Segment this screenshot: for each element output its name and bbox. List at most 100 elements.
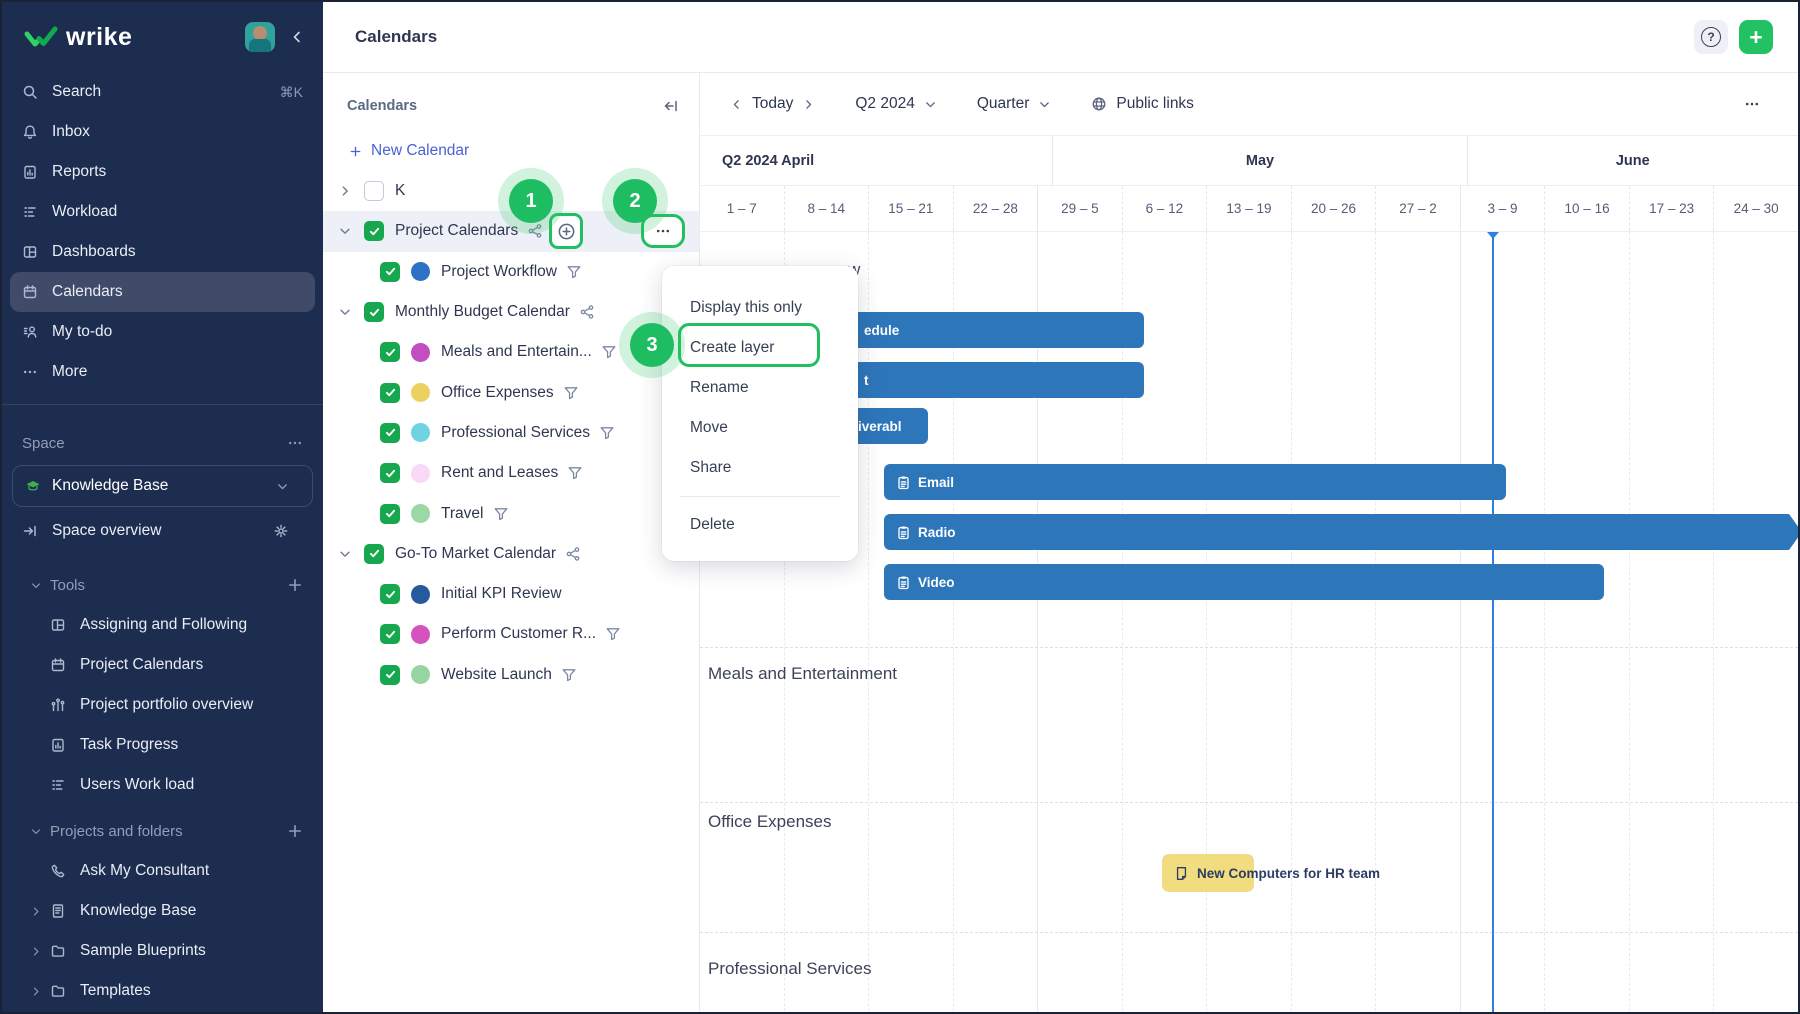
sidebar-item-reports[interactable]: Reports <box>2 152 323 192</box>
calendar-row-project-workflow[interactable]: Project Workflow <box>323 252 699 292</box>
sidebar-item-templates[interactable]: Templates <box>2 971 323 1011</box>
calendar-row-perform-customer[interactable]: Perform Customer R... <box>323 614 699 654</box>
date-range-dropdown[interactable]: Q2 2024 <box>855 95 936 113</box>
chevron-down-icon[interactable] <box>338 305 352 319</box>
calendar-row-rent-leases[interactable]: Rent and Leases <box>323 453 699 493</box>
row-menu-button-highlight[interactable] <box>641 214 685 248</box>
menu-item-display-this-only[interactable]: Display this only <box>662 288 858 328</box>
filter-icon[interactable] <box>493 506 509 522</box>
share-icon[interactable] <box>565 546 581 562</box>
gantt-bar-email[interactable]: Email <box>884 464 1506 500</box>
checkbox-checked[interactable] <box>364 302 384 322</box>
filter-icon[interactable] <box>601 344 617 360</box>
gantt-bar-video[interactable]: Video <box>884 564 1604 600</box>
sidebar-item-calendars[interactable]: Calendars <box>10 272 315 312</box>
menu-item-delete[interactable]: Delete <box>662 505 858 545</box>
sidebar-item-assigning-following[interactable]: Assigning and Following <box>2 605 323 645</box>
sidebar-item-dashboards[interactable]: Dashboards <box>2 232 323 272</box>
checkbox-unchecked[interactable] <box>364 181 384 201</box>
menu-item-move[interactable]: Move <box>662 408 858 448</box>
add-layer-button-highlight[interactable] <box>549 213 583 249</box>
calendar-label: Monthly Budget Calendar <box>395 303 570 321</box>
checkbox-checked[interactable] <box>380 342 400 362</box>
calendar-row-initial-kpi[interactable]: Initial KPI Review <box>323 574 699 614</box>
chevron-down-icon[interactable] <box>338 547 352 561</box>
plus-circle-icon[interactable] <box>557 222 576 241</box>
gear-icon[interactable] <box>273 523 289 539</box>
new-calendar-button[interactable]: New Calendar <box>323 131 699 171</box>
calendar-row-travel[interactable]: Travel <box>323 493 699 533</box>
sidebar-item-more[interactable]: More <box>2 352 323 392</box>
calendar-row-office-expenses[interactable]: Office Expenses <box>323 372 699 412</box>
add-project-icon[interactable] <box>287 823 303 839</box>
sidebar-item-task-progress[interactable]: Task Progress <box>2 725 323 765</box>
public-links-button[interactable]: Public links <box>1091 95 1194 113</box>
space-selector[interactable]: Knowledge Base <box>12 465 313 507</box>
checkbox-checked[interactable] <box>364 221 384 241</box>
sidebar-item-project-portfolio[interactable]: Project portfolio overview <box>2 685 323 725</box>
sidebar-item-inbox[interactable]: Inbox <box>2 112 323 152</box>
projects-folders-header[interactable]: Projects and folders <box>2 811 323 851</box>
sidebar-item-knowledge-base[interactable]: Knowledge Base <box>2 891 323 931</box>
calendar-row-website-launch[interactable]: Website Launch <box>323 655 699 695</box>
next-icon[interactable] <box>802 98 815 111</box>
collapse-panel-icon[interactable] <box>663 98 679 114</box>
chevron-right-icon[interactable] <box>30 905 42 918</box>
gantt-grid: w edule t iverabl Email Radio Video <box>700 232 1798 1014</box>
today-navigator[interactable]: Today <box>730 95 815 113</box>
create-button[interactable]: + <box>1739 20 1773 54</box>
chevron-right-icon[interactable] <box>338 184 352 198</box>
chevron-right-icon[interactable] <box>30 945 42 958</box>
section-divider <box>700 802 1798 803</box>
menu-item-create-layer[interactable]: Create layer <box>662 328 858 368</box>
share-icon[interactable] <box>579 304 595 320</box>
today-button[interactable]: Today <box>752 95 793 113</box>
filter-icon[interactable] <box>566 264 582 280</box>
checkbox-checked[interactable] <box>380 624 400 644</box>
gantt-bar-radio[interactable]: Radio <box>884 514 1798 550</box>
checkbox-checked[interactable] <box>380 383 400 403</box>
checkbox-checked[interactable] <box>380 423 400 443</box>
checkbox-checked[interactable] <box>380 584 400 604</box>
checkbox-checked[interactable] <box>380 504 400 524</box>
menu-item-share[interactable]: Share <box>662 448 858 488</box>
filter-icon[interactable] <box>599 425 615 441</box>
sidebar-item-users-workload[interactable]: Users Work load <box>2 765 323 805</box>
tools-header[interactable]: Tools <box>2 565 323 605</box>
sidebar-item-space-overview[interactable]: Space overview <box>2 511 323 551</box>
avatar[interactable] <box>245 22 275 52</box>
filter-icon[interactable] <box>561 667 577 683</box>
wrike-logo[interactable]: wrike <box>24 23 132 52</box>
filter-icon[interactable] <box>567 465 583 481</box>
timeline-menu-icon[interactable] <box>1744 96 1760 112</box>
section-divider <box>700 647 1798 648</box>
chevron-down-icon[interactable] <box>338 224 352 238</box>
gantt-note-new-computers[interactable]: New Computers for HR team <box>1162 854 1380 892</box>
sidebar-item-search[interactable]: Search ⌘K <box>2 72 323 112</box>
sidebar-item-my-todo[interactable]: My to-do <box>2 312 323 352</box>
calendar-row-professional-services[interactable]: Professional Services <box>323 413 699 453</box>
help-button[interactable]: ? <box>1694 20 1728 54</box>
space-kebab-icon[interactable] <box>287 435 303 451</box>
filter-icon[interactable] <box>605 626 621 642</box>
share-icon[interactable] <box>527 223 543 239</box>
sidebar-item-ask-my-consultant[interactable]: Ask My Consultant <box>2 851 323 891</box>
chevron-right-icon[interactable] <box>30 985 42 998</box>
checkbox-checked[interactable] <box>380 665 400 685</box>
sidebar-collapse-icon[interactable] <box>289 29 305 45</box>
checkbox-checked[interactable] <box>380 262 400 282</box>
checkbox-checked[interactable] <box>364 544 384 564</box>
calendar-row-go-to-market[interactable]: Go-To Market Calendar <box>323 534 699 574</box>
checkbox-checked[interactable] <box>380 463 400 483</box>
add-tool-icon[interactable] <box>287 577 303 593</box>
sidebar-item-sample-blueprints[interactable]: Sample Blueprints <box>2 931 323 971</box>
ellipsis-icon[interactable] <box>655 223 671 239</box>
sidebar-item-label: Space overview <box>52 522 161 540</box>
sidebar-item-workload[interactable]: Workload <box>2 192 323 232</box>
zoom-dropdown[interactable]: Quarter <box>977 95 1052 113</box>
menu-item-rename[interactable]: Rename <box>662 368 858 408</box>
sidebar-item-project-calendars[interactable]: Project Calendars <box>2 645 323 685</box>
prev-icon[interactable] <box>730 98 743 111</box>
calendar-label: Rent and Leases <box>441 464 558 482</box>
filter-icon[interactable] <box>563 385 579 401</box>
